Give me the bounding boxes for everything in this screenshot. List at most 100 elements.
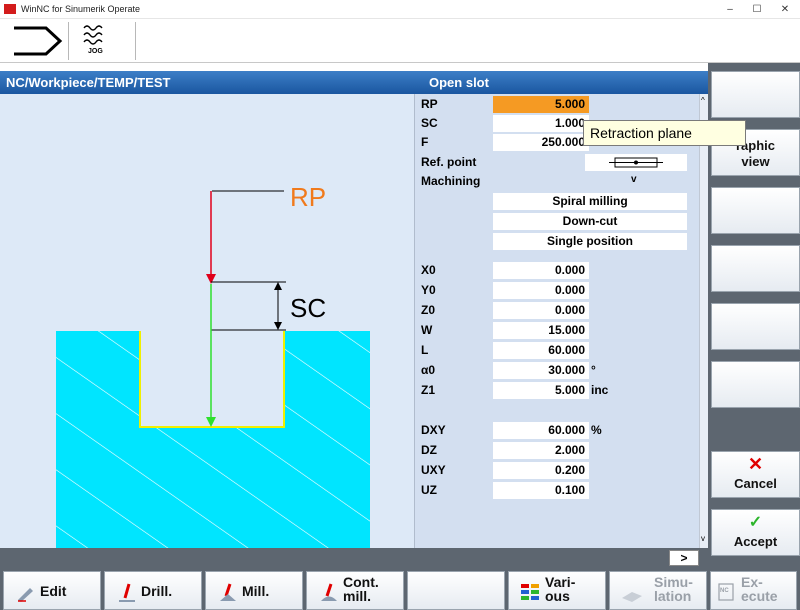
accept-check-icon: ✓ [748, 514, 763, 531]
jog-mode-button[interactable]: JOG [70, 22, 136, 60]
parameter-panel: RP 5.000 SC 1.000 F 250.000 Ref. point M… [414, 94, 709, 548]
machine-button[interactable] [6, 22, 69, 60]
scroll-up-icon[interactable]: ^ [701, 96, 705, 105]
softkey-label: Cancel [734, 476, 777, 491]
param-label: DXY [421, 423, 446, 437]
cancel-softkey[interactable]: ✕ Cancel [711, 451, 800, 498]
softkey-label: Mill. [242, 583, 270, 599]
param-row-z1: Z1 5.000 inc [415, 381, 709, 399]
contour-mill-softkey[interactable]: Cont. mill. [306, 571, 404, 610]
dxy-input[interactable]: 60.000 [493, 422, 589, 439]
machine-arrow-icon [14, 26, 63, 56]
param-label: Y0 [421, 283, 436, 297]
param-label: α0 [421, 363, 436, 377]
edit-pencil-icon [18, 588, 33, 602]
simulation-softkey[interactable]: Simu-lation [609, 571, 707, 610]
param-row-dz: DZ 2.000 [415, 441, 709, 459]
help-graphic: RP SC [0, 94, 414, 548]
direction-toggle[interactable]: Down-cut [493, 213, 687, 230]
uz-input[interactable]: 0.100 [493, 482, 589, 499]
param-unit: inc [591, 383, 609, 397]
param-label: L [421, 343, 429, 357]
scroll-down-icon[interactable]: v [701, 534, 705, 543]
edit-softkey[interactable]: Edit [3, 571, 101, 610]
param-row-y0: Y0 0.000 [415, 281, 709, 299]
machining-dropdown[interactable]: v [631, 174, 637, 185]
param-label: DZ [421, 443, 437, 457]
softkey-label-line: ecute [741, 588, 778, 604]
feed-input[interactable]: 250.000 [493, 134, 589, 151]
z1-input[interactable]: 5.000 [493, 382, 589, 399]
x0-input[interactable]: 0.000 [493, 262, 589, 279]
softkey-v3[interactable] [711, 187, 800, 234]
param-row-w: W 15.000 [415, 321, 709, 339]
maximize-button[interactable]: ☐ [743, 0, 771, 19]
param-row-position: Single position [415, 232, 709, 250]
param-row-l: L 60.000 [415, 341, 709, 359]
horizontal-softkey-bar: Edit Drill. Mill. Cont. mill. Vari-ous Si… [0, 568, 800, 610]
param-label: SC [421, 116, 438, 130]
softkey-v6[interactable] [711, 361, 800, 408]
l-input[interactable]: 60.000 [493, 342, 589, 359]
app-logo-icon [4, 4, 16, 14]
ref-point-icon [609, 157, 663, 168]
softkey-label: Cont. mill. [343, 575, 379, 603]
param-row-x0: X0 0.000 [415, 261, 709, 279]
drill-icon [119, 583, 135, 602]
drill-softkey[interactable]: Drill. [104, 571, 202, 610]
window-title: WinNC for Sinumerik Operate [21, 4, 141, 14]
softkey-label: Vari-ous [545, 575, 575, 603]
param-row-ref-point: Ref. point [415, 153, 709, 171]
alpha0-input[interactable]: 30.000 [493, 362, 589, 379]
param-row-machining: Machining v [415, 172, 709, 190]
param-row-a0: α0 30.000 ° [415, 361, 709, 379]
param-unit: ° [591, 363, 596, 377]
softkey-label: Edit [40, 583, 67, 599]
softkey-label: Drill. [141, 583, 173, 599]
various-softkey[interactable]: Vari-ous [508, 571, 606, 610]
softkey-label-line: mill. [343, 588, 372, 604]
sc-graphic-label: SC [290, 293, 326, 323]
param-label: UXY [421, 463, 446, 477]
execute-softkey[interactable]: NC Ex-ecute [710, 571, 797, 610]
header-toolbar: JOG [0, 19, 800, 63]
dz-input[interactable]: 2.000 [493, 442, 589, 459]
sc-input[interactable]: 1.000 [493, 115, 589, 132]
param-row-dxy: DXY 60.000 % [415, 421, 709, 439]
close-button[interactable]: ✕ [771, 0, 799, 19]
strategy-toggle[interactable]: Spiral milling [493, 193, 687, 210]
y0-input[interactable]: 0.000 [493, 282, 589, 299]
param-label: Ref. point [421, 155, 477, 169]
w-input[interactable]: 15.000 [493, 322, 589, 339]
softkey-label: Ex-ecute [741, 575, 778, 603]
softkey-label: view [741, 154, 770, 169]
nc-execute-icon: NC [718, 583, 734, 601]
ref-point-selector[interactable] [585, 154, 687, 171]
param-label: Machining [421, 174, 481, 188]
cycle-title: Open slot [429, 75, 489, 90]
softkey-v4[interactable] [711, 245, 800, 292]
uxy-input[interactable]: 0.200 [493, 462, 589, 479]
rp-input[interactable]: 5.000 [493, 96, 589, 113]
simulation-icon [622, 592, 642, 602]
minimize-button[interactable]: – [716, 0, 744, 19]
softkey-h5[interactable] [407, 571, 505, 610]
softkey-v1[interactable] [711, 71, 800, 118]
param-label: Z1 [421, 383, 436, 397]
svg-text:NC: NC [720, 588, 729, 594]
position-toggle[interactable]: Single position [493, 233, 687, 250]
param-unit: % [591, 423, 602, 437]
param-row-rp: RP 5.000 [415, 95, 709, 113]
accept-softkey[interactable]: ✓ Accept [711, 509, 800, 556]
status-strip [0, 548, 708, 568]
mill-softkey[interactable]: Mill. [205, 571, 303, 610]
softkey-label: Accept [733, 534, 778, 549]
softkey-v5[interactable] [711, 303, 800, 350]
slot-contour [139, 331, 285, 428]
param-row-direction: Down-cut [415, 212, 709, 230]
rp-graphic-label: RP [290, 182, 326, 212]
goto-next-button[interactable]: > [669, 550, 699, 566]
jog-mode-label: JOG [88, 48, 103, 55]
z0-input[interactable]: 0.000 [493, 302, 589, 319]
param-label: Z0 [421, 303, 436, 317]
